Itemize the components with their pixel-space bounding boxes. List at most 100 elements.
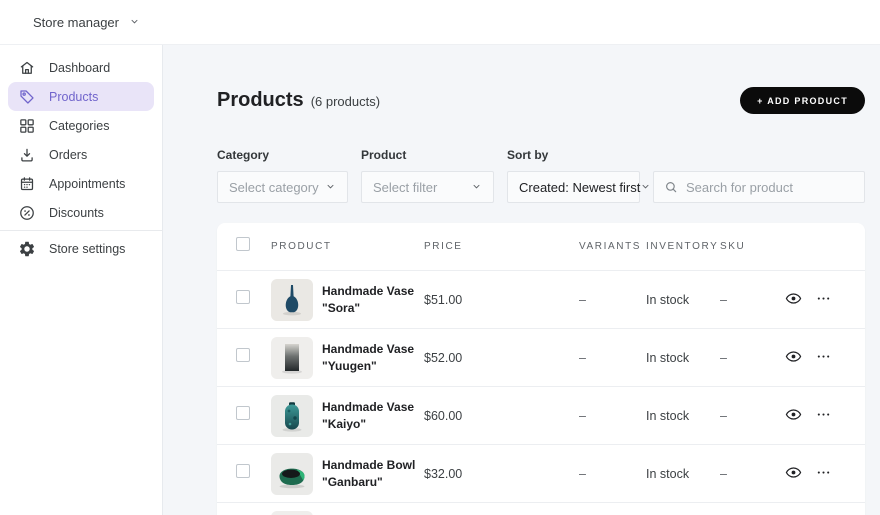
product-thumbnail bbox=[271, 336, 313, 379]
price-cell: $60.00 bbox=[424, 408, 463, 423]
table-row: Handmade Vase "Kaiyo" $60.00 – In stock … bbox=[217, 386, 865, 444]
grid-icon bbox=[18, 117, 36, 135]
inventory-cell: In stock bbox=[646, 350, 690, 365]
category-filter-group: Category Select category bbox=[217, 148, 348, 203]
sidebar-nav: Dashboard Products Categories Orders App… bbox=[0, 53, 162, 227]
sidebar-divider bbox=[0, 230, 162, 231]
shell: Dashboard Products Categories Orders App… bbox=[0, 45, 880, 515]
table-row: Handmade Bowl "Ganbaru" $32.00 – In stoc… bbox=[217, 444, 865, 502]
sidebar-item-discounts[interactable]: Discounts bbox=[8, 198, 154, 227]
sort-by-select[interactable]: Created: Newest first bbox=[507, 171, 649, 203]
sidebar-footer-nav: Store settings bbox=[0, 234, 162, 263]
table-row: Handmade Vase bbox=[217, 502, 865, 515]
row-checkbox[interactable] bbox=[236, 290, 250, 304]
sidebar-item-products[interactable]: Products bbox=[8, 82, 154, 111]
product-thumbnail bbox=[271, 452, 313, 495]
chevron-down-icon bbox=[471, 180, 482, 195]
page-header: Products (6 products) + ADD PRODUCT bbox=[217, 87, 865, 114]
eye-icon bbox=[785, 406, 802, 426]
eye-icon bbox=[785, 464, 802, 484]
sidebar-item-dashboard[interactable]: Dashboard bbox=[8, 53, 154, 82]
filters-bar: Category Select category Product Select … bbox=[217, 148, 865, 203]
sidebar-item-appointments[interactable]: Appointments bbox=[8, 169, 154, 198]
product-count: (6 products) bbox=[310, 94, 381, 109]
table-row: Handmade Vase "Sora" $51.00 – In stock – bbox=[217, 270, 865, 328]
row-checkbox[interactable] bbox=[236, 464, 250, 478]
inventory-cell: In stock bbox=[646, 408, 690, 423]
price-cell: $32.00 bbox=[424, 466, 463, 481]
sidebar-item-store-settings[interactable]: Store settings bbox=[8, 234, 154, 263]
app-root: Store manager Dashboard Products Categor… bbox=[0, 0, 880, 515]
variants-cell: – bbox=[579, 350, 586, 365]
price-cell: $51.00 bbox=[424, 292, 463, 307]
search-input[interactable] bbox=[653, 171, 865, 203]
view-product-button[interactable] bbox=[781, 402, 806, 430]
sidebar-item-orders[interactable]: Orders bbox=[8, 140, 154, 169]
sidebar: Dashboard Products Categories Orders App… bbox=[0, 45, 163, 515]
sku-cell: – bbox=[720, 350, 727, 365]
row-actions-button[interactable] bbox=[812, 461, 835, 487]
sidebar-item-categories[interactable]: Categories bbox=[8, 111, 154, 140]
column-header-inventory: INVENTORY bbox=[646, 241, 719, 252]
product-filter-group: Product Select filter bbox=[361, 148, 494, 203]
variants-cell: – bbox=[579, 466, 586, 481]
product-name: Handmade Vase "Sora" bbox=[322, 284, 415, 315]
topbar: Store manager bbox=[0, 0, 880, 45]
select-all-checkbox[interactable] bbox=[236, 237, 250, 251]
eye-icon bbox=[785, 348, 802, 368]
column-header-variants: VARIANTS bbox=[579, 241, 642, 252]
row-checkbox[interactable] bbox=[236, 406, 250, 420]
product-filter-select[interactable]: Select filter bbox=[361, 171, 494, 203]
sort-by-label: Sort by bbox=[507, 148, 549, 162]
tag-icon bbox=[18, 88, 36, 106]
table-header-row: PRODUCT PRICE VARIANTS INVENTORY SKU bbox=[217, 223, 865, 270]
chevron-down-icon bbox=[325, 180, 336, 195]
download-icon bbox=[18, 146, 36, 164]
main-content: Products (6 products) + ADD PRODUCT Cate… bbox=[163, 45, 880, 515]
category-filter-label: Category bbox=[217, 148, 270, 162]
page-title: Products bbox=[217, 89, 304, 111]
sku-cell: – bbox=[720, 466, 727, 481]
row-actions-button[interactable] bbox=[812, 287, 835, 313]
ellipsis-icon bbox=[816, 407, 831, 425]
view-product-button[interactable] bbox=[781, 286, 806, 314]
row-checkbox[interactable] bbox=[236, 348, 250, 362]
store-switcher[interactable]: Store manager bbox=[33, 15, 140, 30]
product-thumbnail bbox=[271, 394, 313, 437]
chevron-down-icon bbox=[129, 15, 140, 30]
product-filter-value: Select filter bbox=[373, 179, 438, 195]
search-group bbox=[653, 171, 865, 203]
category-select-value: Select category bbox=[229, 179, 319, 195]
view-product-button[interactable] bbox=[781, 344, 806, 372]
row-actions-button[interactable] bbox=[812, 345, 835, 371]
column-header-product: PRODUCT bbox=[271, 241, 332, 252]
inventory-cell: In stock bbox=[646, 466, 690, 481]
column-header-price: PRICE bbox=[424, 241, 463, 252]
ellipsis-icon bbox=[816, 349, 831, 367]
sort-by-value: Created: Newest first bbox=[519, 179, 641, 195]
product-name: Handmade Vase "Kaiyo" bbox=[322, 400, 415, 431]
product-name: Handmade Vase "Yuugen" bbox=[322, 342, 415, 373]
home-icon bbox=[18, 59, 36, 77]
title-wrap: Products (6 products) bbox=[217, 89, 380, 112]
product-thumbnail bbox=[271, 278, 313, 321]
sku-cell: – bbox=[720, 408, 727, 423]
price-cell: $52.00 bbox=[424, 350, 463, 365]
category-select[interactable]: Select category bbox=[217, 171, 348, 203]
variants-cell: – bbox=[579, 292, 586, 307]
products-table: PRODUCT PRICE VARIANTS INVENTORY SKU Han… bbox=[217, 223, 865, 515]
chevron-down-icon bbox=[640, 180, 651, 195]
sku-cell: – bbox=[720, 292, 727, 307]
row-actions-button[interactable] bbox=[812, 403, 835, 429]
add-product-button[interactable]: + ADD PRODUCT bbox=[740, 87, 865, 114]
variants-cell: – bbox=[579, 408, 586, 423]
percent-badge-icon bbox=[18, 204, 36, 222]
table-row: Handmade Vase "Yuugen" $52.00 – In stock… bbox=[217, 328, 865, 386]
view-product-button[interactable] bbox=[781, 460, 806, 488]
store-switcher-label: Store manager bbox=[33, 14, 119, 30]
product-filter-label: Product bbox=[361, 148, 407, 162]
product-name: Handmade Bowl "Ganbaru" bbox=[322, 458, 416, 489]
calendar-icon bbox=[18, 175, 36, 193]
gear-icon bbox=[18, 240, 36, 258]
column-header-sku: SKU bbox=[720, 241, 746, 252]
